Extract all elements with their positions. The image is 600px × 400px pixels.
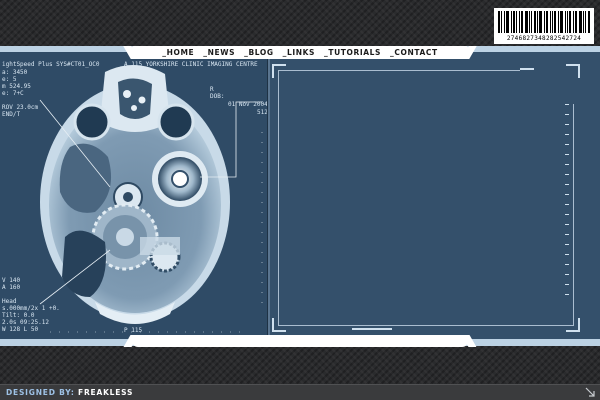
scan-text-line — [2, 291, 60, 298]
scan-text-line: V 140 — [2, 277, 21, 284]
resize-grip-icon[interactable] — [585, 387, 595, 397]
frame-inner-line — [278, 70, 279, 326]
nav-news[interactable]: _NEWS — [203, 46, 235, 59]
bottom-tab — [132, 335, 468, 347]
scan-left-lines: a: 3450 e: 5m 524.95 e: 7+C ROV 23.0cm END/T — [2, 69, 38, 118]
scan-text-line: s.000mm/2x 1 +0. — [2, 305, 60, 312]
scan-text-line: Tilt: 0.0 — [2, 312, 35, 319]
scan-text-line: ROV 23.0cm — [2, 104, 39, 111]
nav-links[interactable]: _LINKS — [283, 46, 315, 59]
scan-bottom-mark: P 115 — [124, 327, 143, 334]
scan-header-left: ightSpeed Plus SYS#CT01_OC0 — [2, 61, 100, 68]
nav-blog[interactable]: _BLOG — [244, 46, 274, 59]
scan-text-line: 2.0s 09:25.12 — [2, 319, 49, 326]
frame-dash — [352, 328, 392, 330]
barcode-digits: 2746827348282542724 — [506, 35, 582, 42]
scan-text-line: m 524.95 — [2, 83, 31, 90]
frame-corner — [272, 64, 286, 78]
scan-text-line — [2, 97, 38, 104]
main-panel: ightSpeed Plus SYS#CT01_OC0 A 115 YORKSH… — [0, 52, 600, 339]
nav-home[interactable]: _HOME — [162, 46, 194, 59]
designer-credit: DESIGNED BY: FREAKLESS — [6, 387, 133, 399]
frame-inner-line — [278, 325, 574, 326]
scan-dob-label: DOB: — [210, 93, 225, 100]
scan-text-line: Head — [2, 298, 17, 305]
content-frame — [272, 64, 580, 332]
footer: DESIGNED BY: FREAKLESS — [0, 384, 600, 400]
scan-date: 01 Nov 2004 — [228, 101, 268, 108]
nav-tutorials[interactable]: _TUTORIALS — [324, 46, 381, 59]
scan-text-line: e: 5 — [2, 76, 17, 83]
scan-text-line: a: 3450 — [2, 69, 28, 76]
scan-text-line: A 160 — [2, 284, 21, 291]
scan-header-mid: A 115 YORKSHIRE CLINIC IMAGING CENTRE — [124, 61, 258, 68]
scan-bottom-lines: V 140 A 160 Head s.000mm/2x 1 +0. Tilt: 0.0 2… — [2, 277, 60, 333]
frame-inner-line — [573, 104, 574, 326]
barcode: 2746827348282542724 — [494, 8, 594, 44]
nav-contact[interactable]: _CONTACT — [390, 46, 438, 59]
frame-ticks — [565, 104, 569, 295]
scan-text-line: END/T — [2, 111, 21, 118]
frame-corner — [566, 64, 580, 78]
credit-prefix: DESIGNED BY: — [6, 388, 75, 397]
main-nav: _HOME _NEWS _BLOG _LINKS _TUTORIALS _CONTACT — [132, 46, 468, 59]
ct-scan-image: ightSpeed Plus SYS#CT01_OC0 A 115 YORKSH… — [0, 52, 268, 339]
credit-name[interactable]: FREAKLESS — [78, 388, 133, 397]
scan-right-label: R — [210, 86, 214, 93]
frame-inner-line — [278, 70, 520, 71]
frame-dash — [520, 68, 534, 70]
scan-text-line: W 128 L 50 — [2, 326, 39, 333]
barcode-icon — [498, 11, 590, 33]
scan-text-line: e: 7+C — [2, 90, 24, 97]
panel-divider — [267, 52, 270, 339]
